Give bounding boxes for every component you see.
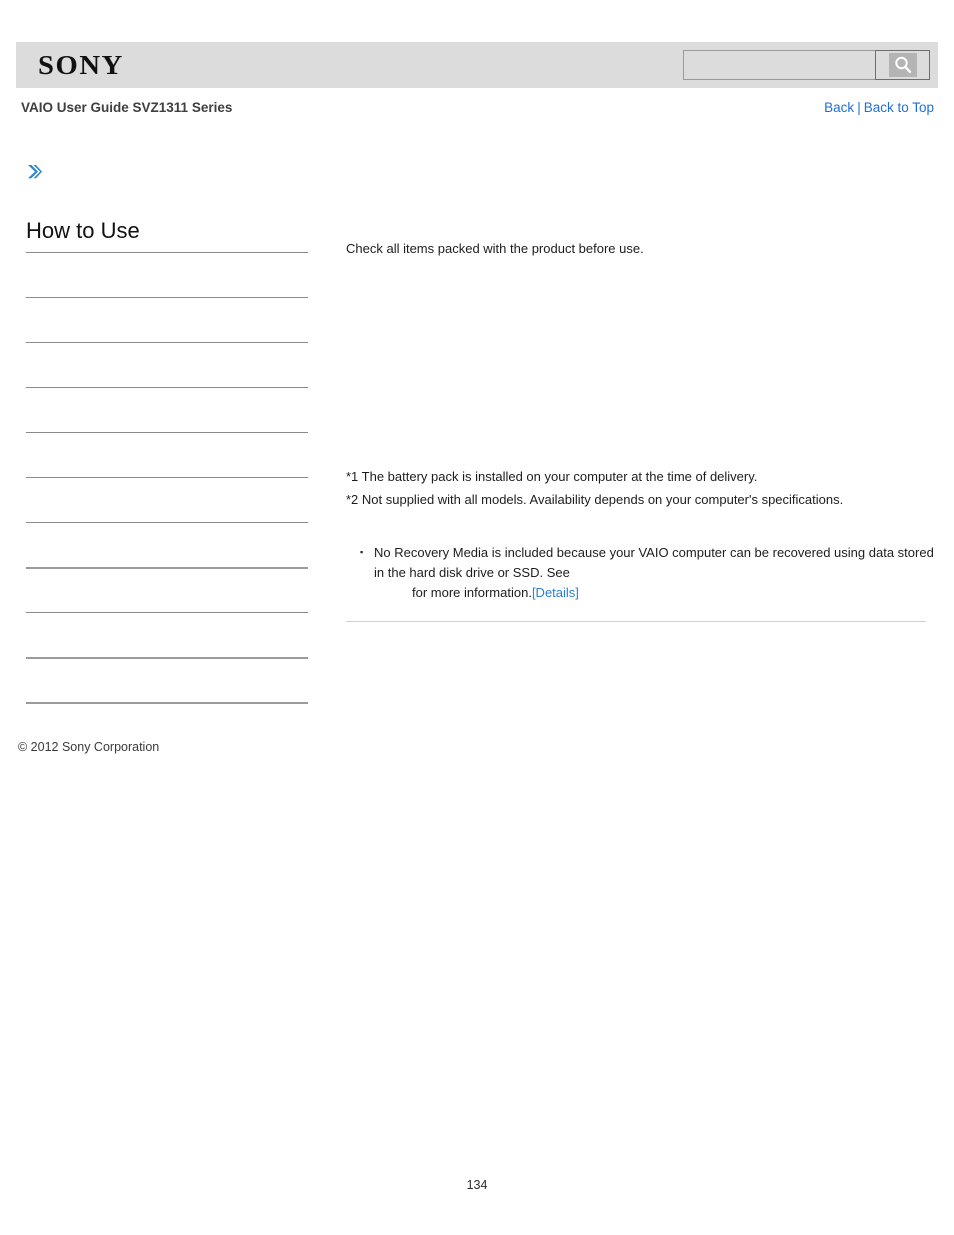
sidebar-item-10[interactable] xyxy=(26,657,308,702)
list-item: No Recovery Media is included because yo… xyxy=(360,542,936,603)
copyright-text: © 2012 Sony Corporation xyxy=(18,740,160,754)
search-button[interactable] xyxy=(875,50,930,80)
sidebar-heading: How to Use xyxy=(26,218,140,243)
sidebar-bottom-divider xyxy=(26,702,308,704)
sidebar-item-2[interactable] xyxy=(26,297,308,342)
search-area xyxy=(683,50,930,80)
bullet-line-3: for more information. xyxy=(412,585,532,600)
intro-paragraph: Check all items packed with the product … xyxy=(346,241,644,256)
sidebar-item-1[interactable] xyxy=(26,252,308,297)
sony-logo: SONY xyxy=(38,50,124,80)
nav-separator: | xyxy=(857,100,861,115)
sidebar-item-3[interactable] xyxy=(26,342,308,387)
content-divider xyxy=(346,621,926,622)
footnote-1: *1 The battery pack is installed on your… xyxy=(346,469,758,484)
header-band: SONY xyxy=(16,42,938,88)
title-row: VAIO User Guide SVZ1311 Series Back | Back… xyxy=(16,100,938,122)
page-number: 134 xyxy=(466,1178,488,1192)
details-link[interactable]: [Details] xyxy=(532,585,579,600)
main-content: Check all items packed with the product … xyxy=(346,238,926,260)
sidebar-item-7[interactable] xyxy=(26,522,308,567)
sidebar-item-5[interactable] xyxy=(26,432,308,477)
sidebar-item-9[interactable] xyxy=(26,612,308,657)
header-nav: Back | Back to Top xyxy=(824,100,934,115)
bullet-line-3-wrap: for more information.[Details] xyxy=(374,583,936,603)
footnotes: *1 The battery pack is installed on your… xyxy=(346,466,936,512)
sidebar-item-4[interactable] xyxy=(26,387,308,432)
bullet-line-1: No Recovery Media is included because yo… xyxy=(374,545,866,560)
back-link[interactable]: Back xyxy=(824,100,854,115)
page-title: VAIO User Guide SVZ1311 Series xyxy=(21,100,233,115)
sidebar-item-8[interactable] xyxy=(26,567,308,612)
search-icon xyxy=(888,53,917,77)
bullet-list: No Recovery Media is included because yo… xyxy=(346,542,936,603)
chevron-right-icon[interactable] xyxy=(25,162,45,182)
sidebar-item-6[interactable] xyxy=(26,477,308,522)
sidebar: How to Use xyxy=(26,218,308,704)
search-input[interactable] xyxy=(683,50,875,80)
footnote-2: *2 Not supplied with all models. Availab… xyxy=(346,492,844,507)
back-to-top-link[interactable]: Back to Top xyxy=(864,100,934,115)
